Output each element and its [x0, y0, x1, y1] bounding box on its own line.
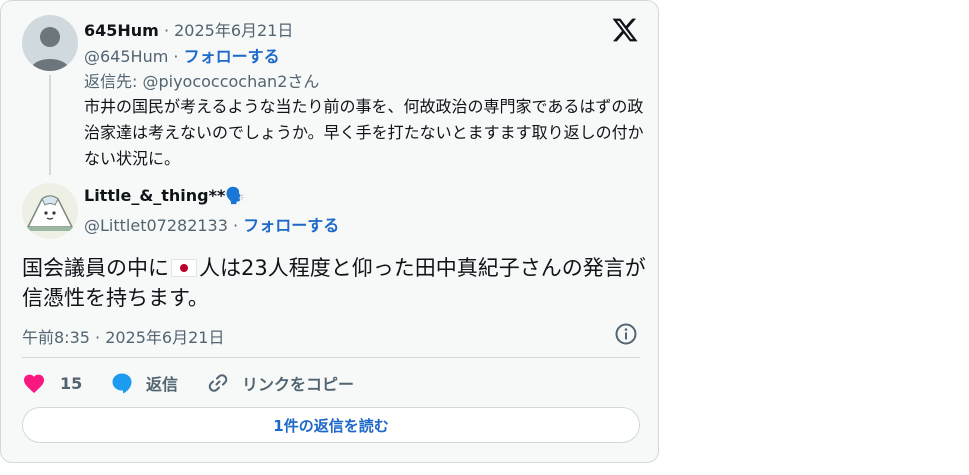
main-tweet-text: 国会議員の中に 人は23人程度と仰った田中真紀子さんの発言が信憑性を持ちます。 — [22, 253, 647, 313]
mountain-avatar-icon — [22, 183, 78, 239]
default-avatar-icon — [22, 15, 78, 71]
read-replies-button[interactable]: 1件の返信を読む — [22, 407, 640, 443]
parent-author-name[interactable]: 645Hum — [84, 21, 159, 40]
copy-link-label: リンクをコピー — [242, 375, 355, 394]
actions-divider — [22, 357, 640, 358]
reply-button[interactable]: 返信 — [110, 369, 178, 397]
main-follow-button[interactable]: フォローする — [243, 216, 339, 235]
copy-link-button[interactable]: リンクをコピー — [206, 369, 354, 397]
parent-avatar[interactable] — [22, 15, 78, 71]
flag-japan-icon — [171, 259, 197, 277]
thread-connector-line — [49, 75, 51, 175]
parent-handle[interactable]: @645Hum — [84, 47, 168, 66]
parent-date[interactable]: · 2025年6月21日 — [164, 21, 293, 40]
main-text-part-1: 国会議員の中に — [22, 256, 169, 280]
main-avatar[interactable] — [22, 183, 78, 239]
embedded-tweet-card: 645Hum · 2025年6月21日 @645Hum · フォローする 返信先… — [0, 0, 659, 463]
info-icon[interactable] — [614, 322, 638, 346]
parent-handle-row: @645Hum · フォローする — [84, 43, 280, 67]
parent-separator: · — [173, 47, 179, 66]
heart-icon — [24, 374, 44, 393]
reply-label: 返信 — [146, 375, 179, 394]
parent-reply-to[interactable]: 返信先: @piyococcochan2さん — [84, 68, 319, 92]
tweet-timestamp[interactable]: 午前8:35 · 2025年6月21日 — [22, 324, 224, 348]
parent-follow-button[interactable]: フォローする — [184, 47, 280, 66]
parent-author-row: 645Hum · 2025年6月21日 — [84, 17, 293, 41]
main-author-name[interactable]: Little_&_thing**🗣️ — [84, 186, 245, 205]
main-author-row: Little_&_thing**🗣️ — [84, 186, 245, 205]
parent-tweet-text: 市井の国民が考えるような当たり前の事を、何故政治の専門家であるはずの政治家達は考… — [84, 97, 644, 168]
like-button[interactable]: 15 — [22, 369, 82, 397]
main-handle[interactable]: @Littlet07282133 — [84, 216, 228, 235]
like-count: 15 — [60, 373, 83, 393]
reply-bubble-icon — [112, 373, 132, 394]
link-icon — [208, 374, 228, 392]
x-logo-icon[interactable] — [611, 16, 639, 44]
main-separator: · — [233, 216, 239, 235]
main-handle-row: @Littlet07282133 · フォローする — [84, 212, 339, 236]
